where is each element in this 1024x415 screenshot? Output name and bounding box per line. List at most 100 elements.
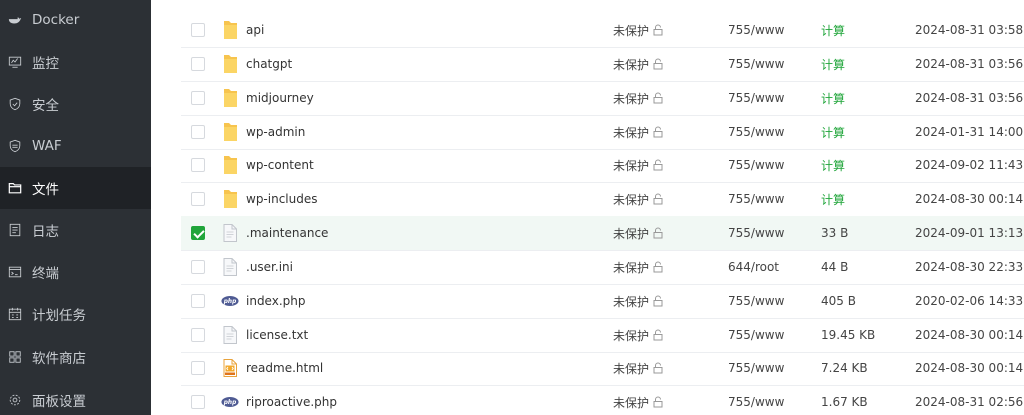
table-row[interactable]: license.txt 未保护 755/www 19.45 KB 2024-08-30 … — [181, 318, 1024, 353]
unlock-icon[interactable] — [652, 182, 664, 216]
permission[interactable]: 755/www — [728, 216, 784, 250]
row-checkbox[interactable] — [191, 192, 205, 206]
sidebar-item[interactable]: Docker — [0, 0, 151, 41]
sidebar-item[interactable]: 监控 — [0, 41, 151, 83]
unlock-icon[interactable] — [652, 216, 664, 250]
permission[interactable]: 755/www — [728, 13, 784, 47]
table-row[interactable]: .user.ini 未保护 644/root 44 B 2024-08-30 22:33… — [181, 250, 1024, 285]
file-name[interactable]: .maintenance — [246, 216, 328, 250]
protection-status[interactable]: 未保护 — [613, 351, 649, 385]
calculate-size-link[interactable]: 计算 — [821, 115, 845, 149]
permission[interactable]: 755/www — [728, 284, 784, 318]
file-size: 7.24 KB — [821, 361, 868, 375]
sidebar-item-label: WAF — [32, 138, 62, 154]
protection-status[interactable]: 未保护 — [613, 385, 649, 415]
sidebar-item[interactable]: 计划任务 — [0, 293, 151, 335]
table-row[interactable]: midjourney 未保护 755/www 计算 2024-08-31 03:56:5… — [181, 81, 1024, 116]
row-checkbox[interactable] — [191, 125, 205, 139]
protection-status[interactable]: 未保护 — [613, 47, 649, 81]
unlock-icon[interactable] — [652, 115, 664, 149]
unlock-icon[interactable] — [652, 47, 664, 81]
row-checkbox[interactable] — [191, 294, 205, 308]
calculate-size-link[interactable]: 计算 — [821, 47, 845, 81]
protection-status[interactable]: 未保护 — [613, 284, 649, 318]
row-checkbox[interactable] — [191, 395, 205, 409]
permission[interactable]: 755/www — [728, 81, 784, 115]
row-checkbox[interactable] — [191, 361, 205, 375]
unlock-icon[interactable] — [652, 284, 664, 318]
file-name[interactable]: riproactive.php — [246, 385, 337, 415]
protection-status[interactable]: 未保护 — [613, 216, 649, 250]
protection-status[interactable]: 未保护 — [613, 81, 649, 115]
file-name[interactable]: api — [246, 13, 264, 47]
sidebar-item-label: Docker — [32, 12, 80, 28]
table-row[interactable]: api 未保护 755/www 计算 2024-08-31 03:58:10 — [181, 13, 1024, 48]
file-size: 1.67 KB — [821, 395, 868, 409]
permission[interactable]: 755/www — [728, 47, 784, 81]
sidebar-item-label: 终端 — [32, 266, 59, 282]
protection-status[interactable]: 未保护 — [613, 318, 649, 352]
file-name[interactable]: license.txt — [246, 318, 308, 352]
calculate-size-link[interactable]: 计算 — [821, 148, 845, 182]
permission[interactable]: 644/root — [728, 250, 779, 284]
php-icon: php — [221, 284, 239, 318]
table-row[interactable]: chatgpt 未保护 755/www 计算 2024-08-31 03:56:53 — [181, 47, 1024, 82]
permission[interactable]: 755/www — [728, 182, 784, 216]
unlock-icon[interactable] — [652, 148, 664, 182]
row-checkbox[interactable] — [191, 158, 205, 172]
file-name[interactable]: midjourney — [246, 81, 314, 115]
file-name[interactable]: chatgpt — [246, 47, 292, 81]
calculate-size-link[interactable]: 计算 — [821, 81, 845, 115]
table-row[interactable]: .maintenance 未保护 755/www 33 B 2024-09-01 13:… — [181, 216, 1024, 251]
folder-icon — [221, 148, 239, 182]
row-checkbox[interactable] — [191, 260, 205, 274]
row-checkbox[interactable] — [191, 57, 205, 71]
protection-status[interactable]: 未保护 — [613, 13, 649, 47]
sidebar-item[interactable]: WAF — [0, 125, 151, 167]
protection-status[interactable]: 未保护 — [613, 182, 649, 216]
file-name[interactable]: readme.html — [246, 351, 323, 385]
table-row[interactable]: php riproactive.php 未保护 755/www 1.67 KB 2024-… — [181, 385, 1024, 415]
file-name[interactable]: wp-content — [246, 148, 314, 182]
unlock-icon[interactable] — [652, 351, 664, 385]
unlock-icon[interactable] — [652, 250, 664, 284]
sidebar-item[interactable]: 终端 — [0, 251, 151, 293]
unlock-icon[interactable] — [652, 385, 664, 415]
table-row[interactable]: wp-admin 未保护 755/www 计算 2024-01-31 14:00:03 — [181, 115, 1024, 150]
log-icon — [8, 223, 22, 237]
protection-status[interactable]: 未保护 — [613, 148, 649, 182]
file-name[interactable]: index.php — [246, 284, 305, 318]
sidebar-item[interactable]: 软件商店 — [0, 336, 151, 378]
table-row[interactable]: wp-includes 未保护 755/www 计算 2024-08-30 00:14:… — [181, 182, 1024, 217]
protection-status[interactable]: 未保护 — [613, 115, 649, 149]
sidebar-item[interactable]: 安全 — [0, 83, 151, 125]
calculate-size-link[interactable]: 计算 — [821, 13, 845, 47]
row-checkbox[interactable] — [191, 91, 205, 105]
calculate-size-link[interactable]: 计算 — [821, 182, 845, 216]
file-name[interactable]: wp-admin — [246, 115, 305, 149]
permission[interactable]: 755/www — [728, 148, 784, 182]
unlock-icon[interactable] — [652, 13, 664, 47]
table-row[interactable]: php index.php 未保护 755/www 405 B 2020-02-06 14… — [181, 284, 1024, 319]
sidebar-item[interactable]: 面板设置 — [0, 379, 151, 415]
table-row[interactable]: wp-content 未保护 755/www 计算 2024-09-02 11:43:4… — [181, 148, 1024, 183]
protection-status[interactable]: 未保护 — [613, 250, 649, 284]
row-checkbox[interactable] — [191, 226, 205, 240]
sidebar-item[interactable]: 日志 — [0, 209, 151, 251]
unlock-icon[interactable] — [652, 318, 664, 352]
docker-icon — [8, 13, 22, 27]
unlock-icon[interactable] — [652, 81, 664, 115]
row-checkbox[interactable] — [191, 23, 205, 37]
permission[interactable]: 755/www — [728, 318, 784, 352]
sidebar-item[interactable]: 文件 — [0, 167, 151, 209]
folder-icon — [221, 81, 239, 115]
table-row[interactable]: readme.html 未保护 755/www 7.24 KB 2024-08-30 0… — [181, 351, 1024, 386]
modified-time: 2024-08-31 03:58:10 — [915, 23, 1024, 37]
file-name[interactable]: .user.ini — [246, 250, 293, 284]
permission[interactable]: 755/www — [728, 351, 784, 385]
permission[interactable]: 755/www — [728, 115, 784, 149]
row-checkbox[interactable] — [191, 328, 205, 342]
file-name[interactable]: wp-includes — [246, 182, 318, 216]
apps-grid-icon — [8, 350, 22, 364]
permission[interactable]: 755/www — [728, 385, 784, 415]
